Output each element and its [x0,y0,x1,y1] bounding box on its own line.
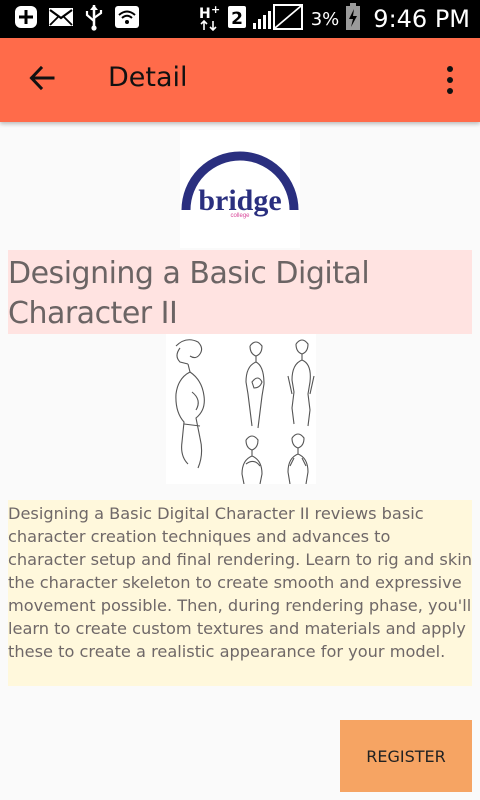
logo-subtext: college [230,213,250,219]
battery-icon [345,3,361,35]
status-bar-notifications [14,5,140,33]
course-description: Designing a Basic Digital Character II r… [8,504,472,661]
course-title-box: Designing a Basic Digital Character II [8,250,472,334]
add-box-icon [14,5,38,33]
mail-icon [48,7,74,31]
status-bar: H + 2 3% 9:46 PM [0,0,480,38]
page-title: Detail [108,62,188,93]
network-label: 2 [231,9,243,29]
wifi-icon [114,5,140,33]
college-logo: bridge college [180,130,300,248]
more-vert-icon [447,66,453,72]
signal-icon [252,3,305,35]
overflow-menu-button[interactable] [440,60,460,100]
status-time: 9:46 PM [373,5,470,33]
course-image [166,334,316,485]
svg-text:+: + [211,3,220,16]
hplus-icon: H + [199,3,221,35]
course-description-box: Designing a Basic Digital Character II r… [8,500,472,686]
app-bar: Detail [0,38,480,122]
status-bar-system: H + 2 3% 9:46 PM [199,0,470,38]
usb-icon [84,3,104,35]
back-button[interactable] [22,60,62,100]
sim-icon: 2 [227,5,247,33]
svg-text:H: H [199,6,211,22]
arrow-back-icon [29,65,55,95]
battery-percent: 3% [310,8,340,30]
course-title: Designing a Basic Digital Character II [8,256,370,331]
register-button[interactable]: REGISTER [340,720,472,792]
